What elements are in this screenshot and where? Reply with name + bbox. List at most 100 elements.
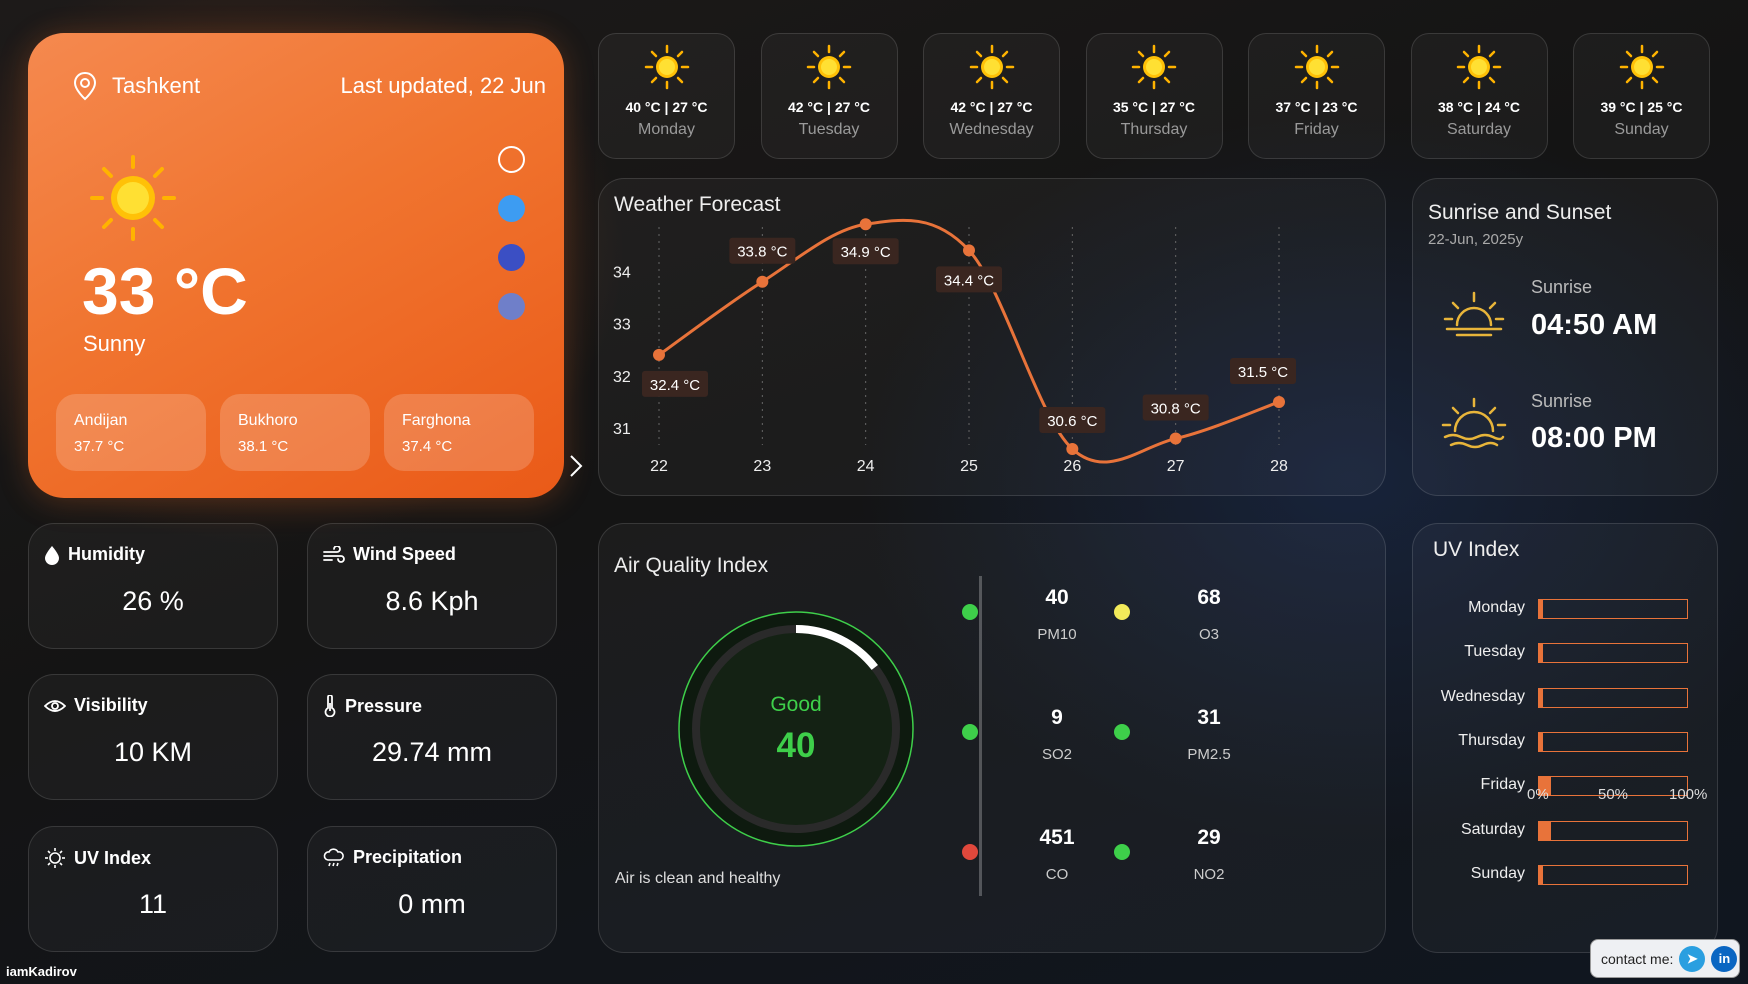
sunset-time: 08:00 PM [1531, 422, 1657, 454]
pollutant-value: 9 [1051, 706, 1063, 729]
sun-icon [1619, 44, 1664, 90]
aqi-divider [979, 576, 982, 896]
sunrise-label: Sunrise [1531, 277, 1593, 297]
x-tick-label: 23 [753, 458, 771, 475]
location[interactable]: Tashkent [72, 71, 200, 101]
x-tick-label: 26 [1063, 458, 1081, 475]
pollutant-name: CO [1045, 866, 1069, 883]
forecast-chart: 22 23 24 25 26 27 28 31 32 33 34 32.4 °C 33.8 °C 34.9… [613, 218, 1296, 475]
chevron-right-icon[interactable] [568, 453, 584, 479]
city-chip-name: Farghona [402, 412, 471, 429]
data-point [1066, 443, 1079, 455]
data-label: 30.6 °C [1047, 413, 1097, 430]
wind-icon [323, 545, 345, 563]
uv-bar-fill [1539, 644, 1544, 663]
air-quality-card: Air Quality Index Good 40 Air is clean a… [598, 523, 1386, 953]
wind-label: Wind Speed [353, 544, 456, 564]
humidity-card: Humidity 26 % [28, 523, 278, 649]
sunset-label: Sunrise [1531, 391, 1593, 411]
data-label: 34.4 °C [944, 272, 994, 289]
pollutant-status-dot [962, 724, 978, 740]
day-temps: 35 °C | 27 °C [1112, 99, 1196, 115]
contact-widget: contact me: ➤ in [1590, 939, 1740, 978]
data-point [963, 244, 975, 257]
pollutant-name: NO2 [1193, 866, 1225, 883]
day-card-saturday[interactable]: 38 °C | 24 °C Saturday [1410, 33, 1548, 159]
data-label: 32.4 °C [650, 377, 700, 394]
uv-row-tuesday: Tuesday [1413, 642, 1719, 664]
data-label: 31.5 °C [1238, 364, 1288, 381]
pollutant-value: 31 [1197, 706, 1221, 729]
author-credit: iamKadirov [6, 964, 77, 979]
uv-bar-fill [1539, 865, 1544, 884]
uv-row-monday: Monday [1413, 598, 1719, 620]
telegram-icon[interactable]: ➤ [1679, 945, 1706, 972]
theme-dot-blue[interactable] [498, 195, 525, 222]
pollutant-name: SO2 [1041, 746, 1072, 763]
rain-cloud-icon [323, 847, 344, 866]
uv-bar [1538, 731, 1688, 752]
data-label: 34.9 °C [841, 244, 891, 261]
city-chip-andijan[interactable]: Andijan 37.7 °C [56, 394, 206, 471]
pollutant-no2: 29 NO2 [1164, 826, 1254, 883]
uv-row-saturday: Saturday [1413, 820, 1719, 842]
sun-icon [644, 44, 689, 90]
pollutant-name: PM10 [1037, 626, 1077, 643]
aqi-value: 40 [777, 726, 816, 765]
location-pin-icon [73, 71, 97, 101]
pressure-label: Pressure [345, 695, 423, 716]
wind-speed-card: Wind Speed 8.6 Kph [307, 523, 557, 649]
x-tick-label: 24 [857, 458, 875, 475]
humidity-label: Humidity [68, 544, 146, 564]
uv-index-card: UV Index 11 [28, 826, 278, 952]
day-name: Saturday [1446, 121, 1512, 138]
day-card-monday[interactable]: 40 °C | 27 °C Monday [598, 33, 735, 159]
day-card-tuesday[interactable]: 42 °C | 27 °C Tuesday [760, 33, 898, 159]
uv-day-label: Tuesday [1464, 643, 1525, 661]
sun-icon [1294, 44, 1339, 90]
data-point [1169, 432, 1182, 445]
data-point [756, 275, 769, 288]
day-card-friday[interactable]: 37 °C | 23 °C Friday [1248, 33, 1385, 159]
day-temps: 39 °C | 25 °C [1600, 99, 1683, 115]
x-tick-label: 25 [960, 458, 978, 475]
pollutant-co: 451 CO [1012, 826, 1102, 883]
uv-day-label: Sunday [1470, 864, 1525, 882]
uv-bar-fill [1539, 732, 1544, 751]
sun-icon [90, 155, 176, 241]
uv-label: UV Index [74, 847, 152, 868]
uv-day-label: Monday [1468, 599, 1525, 616]
theme-dot-lavender[interactable] [498, 293, 525, 320]
sunrise-time: 04:50 AM [1531, 309, 1658, 341]
sun-icon [1131, 44, 1177, 90]
pollutant-so2: 9 SO2 [1012, 706, 1102, 763]
uv-axis-tick: 0% [1527, 786, 1549, 803]
pollutant-value: 451 [1039, 826, 1075, 849]
uv-axis-tick: 50% [1598, 786, 1629, 803]
wind-value: 8.6 Kph [385, 586, 479, 616]
pollutant-status-dot [1114, 604, 1130, 620]
city-chip-temp: 38.1 °C [238, 438, 289, 455]
day-card-wednesday[interactable]: 42 °C | 27 °C Wednesday [923, 33, 1060, 159]
uv-day-label: Wednesday [1440, 687, 1525, 705]
theme-dot-white[interactable] [498, 146, 525, 173]
visibility-value: 10 KM [113, 737, 193, 767]
data-point [653, 348, 665, 361]
uv-bar-fill [1539, 821, 1551, 840]
city-chip-farghona[interactable]: Farghona 37.4 °C [384, 394, 534, 471]
city-chip-name: Bukhoro [238, 412, 298, 429]
uv-title: UV Index [1433, 538, 1520, 561]
day-name: Sunday [1614, 121, 1669, 138]
day-card-thursday[interactable]: 35 °C | 27 °C Thursday [1085, 33, 1223, 159]
linkedin-icon[interactable]: in [1711, 945, 1738, 972]
y-tick-label: 33 [613, 317, 631, 334]
current-weather-card: Tashkent Last updated, 22 Jun 33 °C Sunn… [28, 33, 583, 498]
uv-row-wednesday: Wednesday [1413, 687, 1719, 709]
city-chip-bukhoro[interactable]: Bukhoro 38.1 °C [220, 394, 370, 471]
uv-day-label: Friday [1480, 776, 1525, 794]
contact-label: contact me: [1601, 950, 1674, 967]
theme-dot-indigo[interactable] [498, 244, 525, 271]
day-card-sunday[interactable]: 39 °C | 25 °C Sunday [1573, 33, 1710, 159]
sunrise-icon [1443, 291, 1505, 337]
sun-icon [1456, 44, 1502, 90]
